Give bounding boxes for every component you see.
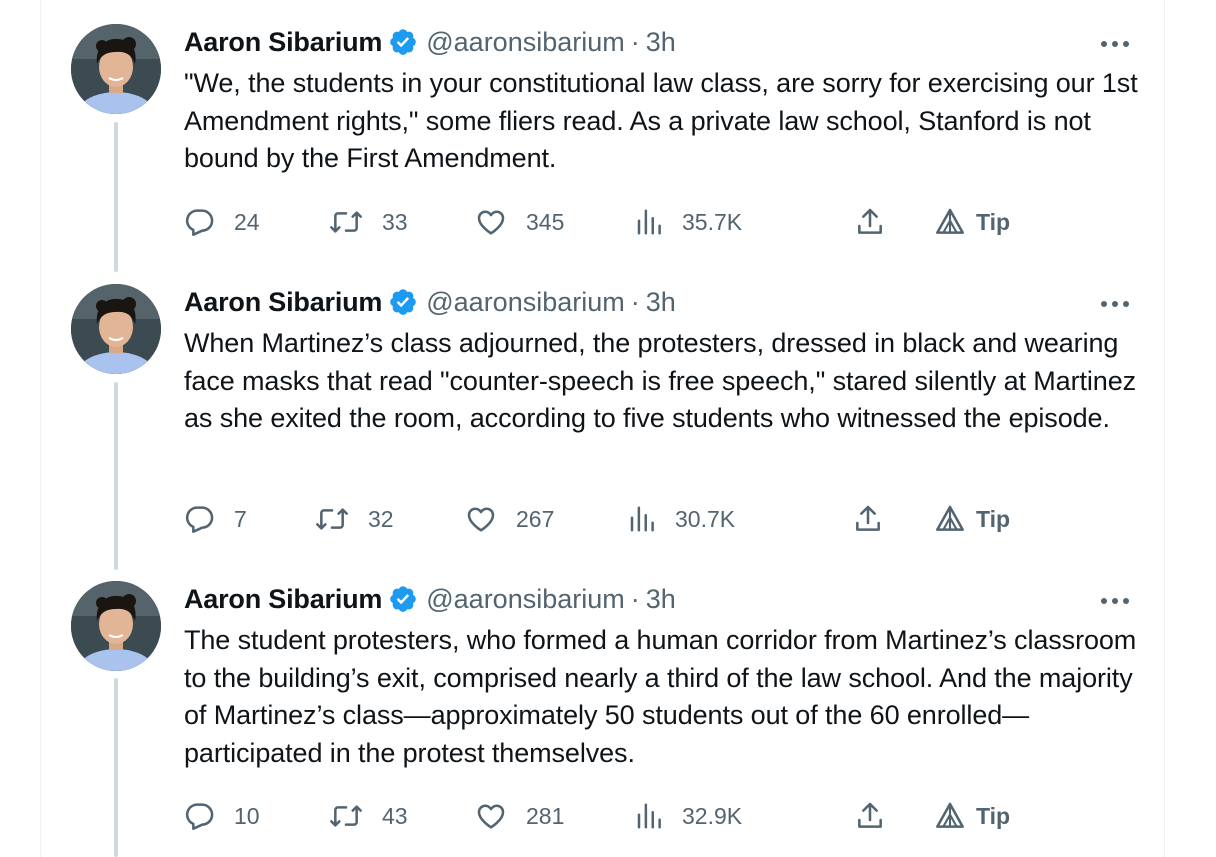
views-count: 32.9K (682, 802, 743, 829)
share-button[interactable] (854, 796, 886, 836)
tweet[interactable]: Aaron Sibarium @aaronsibarium · 3h The s… (40, 0, 1164, 857)
reply-button[interactable]: 10 (184, 796, 260, 836)
tweet-actions: 10 43 281 32.9K Tip (184, 796, 1084, 836)
author-name[interactable]: Aaron Sibarium (184, 584, 382, 615)
tweet-text: The student protesters, who formed a hum… (184, 625, 1137, 768)
views-button[interactable]: 32.9K (634, 796, 742, 836)
like-count: 281 (526, 802, 565, 829)
heart-icon (474, 800, 508, 832)
avatar[interactable] (71, 581, 161, 671)
like-button[interactable]: 281 (474, 796, 564, 836)
more-dots-icon[interactable] (1097, 589, 1133, 613)
views-bars-icon (634, 800, 664, 832)
repost-arrows-icon (328, 800, 364, 832)
reply-count: 10 (234, 802, 260, 829)
timeline-right-border (1164, 0, 1165, 857)
tip-triangle-icon (934, 800, 966, 832)
share-upload-icon (854, 800, 886, 832)
tip-label: Tip (976, 802, 1011, 829)
repost-button[interactable]: 43 (328, 796, 408, 836)
repost-count: 43 (382, 802, 408, 829)
author-handle[interactable]: @aaronsibarium (426, 584, 625, 615)
tweet-header: Aaron Sibarium @aaronsibarium · 3h (184, 581, 676, 617)
tip-button[interactable]: Tip (934, 796, 1010, 836)
reply-bubble-icon (184, 800, 216, 832)
timestamp[interactable]: 3h (646, 584, 676, 615)
separator-dot: · (630, 583, 640, 614)
verified-badge-icon (388, 584, 418, 614)
